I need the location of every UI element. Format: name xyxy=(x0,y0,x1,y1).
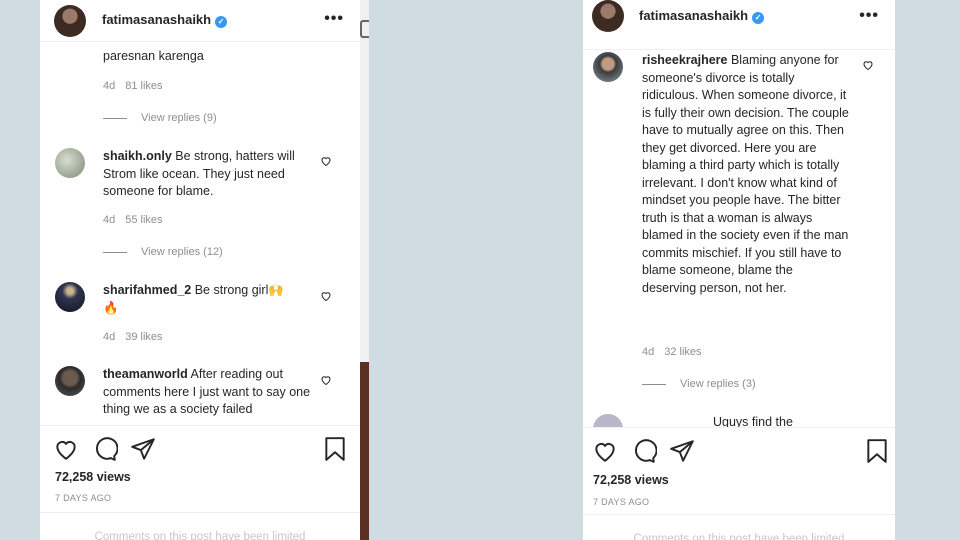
comment-meta: 4d 81 likes xyxy=(103,80,163,92)
comments-list[interactable]: risheekrajhere Blaming anyone for someon… xyxy=(583,50,895,427)
send-icon[interactable] xyxy=(130,436,156,462)
small-heart-icon[interactable] xyxy=(320,374,332,386)
profile-avatar[interactable] xyxy=(592,0,624,32)
right-post-panel: fatimasanashaikh ✓ ••• risheekrajhere Bla… xyxy=(583,0,895,540)
bookmark-icon[interactable] xyxy=(864,438,890,464)
commenter-avatar[interactable] xyxy=(593,52,623,82)
verified-badge-icon: ✓ xyxy=(215,16,228,28)
comment-text: shaikh.only Be strong, hatters will Stro… xyxy=(103,149,295,198)
send-icon[interactable] xyxy=(669,438,695,464)
commenter-avatar[interactable] xyxy=(55,148,85,178)
small-heart-icon[interactable] xyxy=(320,155,332,167)
more-options-icon[interactable]: ••• xyxy=(859,7,879,25)
comments-limited-notice: Comments on this post have been limited xyxy=(40,512,360,540)
comment-username[interactable]: shaikh.only xyxy=(103,149,172,163)
post-header: fatimasanashaikh ✓ ••• xyxy=(40,0,360,42)
comment-icon[interactable] xyxy=(631,438,657,464)
comment-icon[interactable] xyxy=(92,436,118,462)
post-timestamp: 7 DAYS AGO xyxy=(55,493,112,503)
view-count[interactable]: 72,258 views xyxy=(55,470,131,484)
comment-age: 4d xyxy=(103,80,116,92)
comment-fragment: paresnan karenga xyxy=(103,49,204,63)
comment-meta: 4d 32 likes xyxy=(642,346,702,358)
view-replies-button[interactable]: View replies (9) xyxy=(103,112,217,124)
comment-text: sharifahmed_2 Be strong girl🙌 🔥 xyxy=(103,283,284,315)
comment-username[interactable]: risheekrajhere xyxy=(642,53,727,67)
view-count[interactable]: 72,258 views xyxy=(593,473,669,487)
profile-username[interactable]: fatimasanashaikh ✓ xyxy=(102,12,228,28)
profile-avatar[interactable] xyxy=(54,5,86,37)
comment-username[interactable]: theamanworld xyxy=(103,367,188,381)
view-replies-button[interactable]: View replies (3) xyxy=(642,378,756,390)
post-timestamp: 7 DAYS AGO xyxy=(593,497,650,507)
more-options-icon[interactable]: ••• xyxy=(324,10,344,28)
small-heart-icon[interactable] xyxy=(862,59,874,71)
comment-username[interactable]: sharifahmed_2 xyxy=(103,283,191,297)
bookmark-icon[interactable] xyxy=(322,436,348,462)
post-header: fatimasanashaikh ✓ ••• xyxy=(583,0,895,50)
background-video-strip xyxy=(360,0,369,540)
post-actions: 72,258 views 7 DAYS AGO Comments on this… xyxy=(40,425,360,540)
verified-badge-icon: ✓ xyxy=(752,12,765,24)
heart-icon[interactable] xyxy=(53,436,79,462)
commenter-avatar[interactable] xyxy=(593,414,623,427)
comments-limited-notice: Comments on this post have been limited xyxy=(583,514,895,540)
left-post-panel: fatimasanashaikh ✓ ••• paresnan karenga 4… xyxy=(40,0,360,540)
commenter-avatar[interactable] xyxy=(55,366,85,396)
comment-text: risheekrajhere Blaming anyone for someon… xyxy=(642,53,849,295)
comment-likes[interactable]: 81 likes xyxy=(125,80,162,92)
comment-meta: 4d 55 likes xyxy=(103,214,163,226)
comment-text-cutoff: Uguys find the xyxy=(713,415,793,427)
heart-icon[interactable] xyxy=(592,438,618,464)
small-heart-icon[interactable] xyxy=(320,290,332,302)
comments-list[interactable]: paresnan karenga 4d 81 likes View replies… xyxy=(40,42,360,425)
comment-text: theamanworld After reading out comments … xyxy=(103,367,311,416)
commenter-avatar[interactable] xyxy=(55,282,85,312)
comment-meta: 4d 39 likes xyxy=(103,331,163,343)
profile-username[interactable]: fatimasanashaikh ✓ xyxy=(639,8,765,24)
post-actions: 72,258 views 7 DAYS AGO Comments on this… xyxy=(583,427,895,540)
view-replies-button[interactable]: View replies (12) xyxy=(103,246,223,258)
